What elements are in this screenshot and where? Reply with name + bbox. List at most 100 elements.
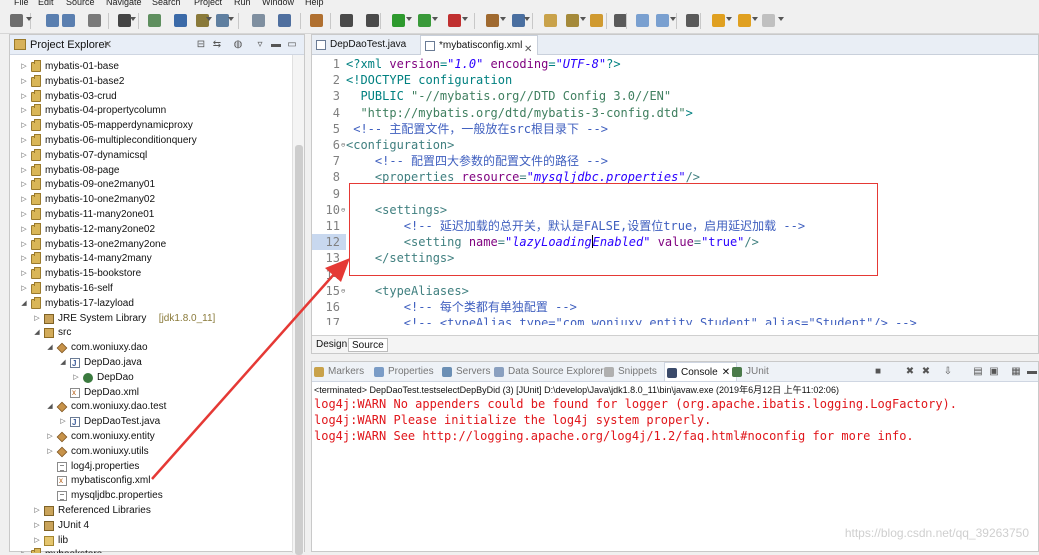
chevron-icon[interactable]: ◢ xyxy=(33,325,41,340)
tree-item[interactable]: ▷ DepDao xyxy=(10,370,293,385)
pin-console-icon[interactable]: ▤ xyxy=(972,366,984,378)
maximize-icon[interactable]: ▭ xyxy=(286,39,298,51)
tab-mybatisconfig[interactable]: *mybatisconfig.xml ✕ xyxy=(420,35,538,55)
tree-item[interactable]: ◢ DepDao.java xyxy=(10,355,293,371)
menu-item-search[interactable]: Search xyxy=(152,0,181,8)
save-icon[interactable] xyxy=(46,14,59,27)
tree-item[interactable]: ▷ mybookstore xyxy=(10,547,293,553)
build-icon[interactable] xyxy=(174,14,187,27)
code-line[interactable]: <!DOCTYPE configuration xyxy=(346,72,512,88)
tree-item[interactable]: ▷ com.woniuxy.entity xyxy=(10,429,293,444)
chevron-icon[interactable]: ▷ xyxy=(20,59,28,74)
chevron-icon[interactable]: ▷ xyxy=(20,237,28,252)
code-line[interactable]: <typeAliases> xyxy=(346,283,469,299)
chevron-icon[interactable]: ▷ xyxy=(20,74,28,89)
chevron-down-icon[interactable] xyxy=(206,17,212,21)
tree-item[interactable]: ▷ mybatis-01-base xyxy=(10,59,293,74)
collapse-all-icon[interactable]: ⊟ xyxy=(195,39,207,51)
tree-item[interactable]: ◢ mybatis-17-lazyload xyxy=(10,296,293,311)
menu-item-edit[interactable]: Edit xyxy=(38,0,54,8)
tree-item[interactable]: log4j.properties xyxy=(10,459,293,474)
chevron-down-icon[interactable] xyxy=(524,17,530,21)
menu-item-source[interactable]: Source xyxy=(66,0,95,8)
chevron-down-icon[interactable] xyxy=(406,17,412,21)
menu-item-project[interactable]: Project xyxy=(194,0,222,8)
tree-item[interactable]: ▷ mybatis-15-bookstore xyxy=(10,266,293,281)
menu-item-window[interactable]: Window xyxy=(262,0,294,8)
menu-item-help[interactable]: Help xyxy=(305,0,324,8)
new-class-icon[interactable] xyxy=(486,14,499,27)
chevron-icon[interactable]: ▷ xyxy=(46,444,54,459)
chevron-down-icon[interactable] xyxy=(752,17,758,21)
chevron-down-icon[interactable] xyxy=(670,17,676,21)
code-line[interactable]: "http://mybatis.org/dtd/mybatis-3-config… xyxy=(346,105,692,121)
tree-item[interactable]: ▷ DepDaoTest.java xyxy=(10,414,293,430)
tree-item[interactable]: ▷ lib xyxy=(10,533,293,548)
bug-icon[interactable] xyxy=(366,14,379,27)
view-menu-icon[interactable]: ▿ xyxy=(254,39,266,51)
link-editor-icon[interactable]: ⇆ xyxy=(211,39,223,51)
tab-servers[interactable]: Servers xyxy=(442,365,490,379)
task-icon[interactable] xyxy=(148,14,161,27)
tree-item[interactable]: ◢ com.woniuxy.dao.test xyxy=(10,399,293,414)
back-icon[interactable] xyxy=(712,14,725,27)
chevron-icon[interactable]: ▷ xyxy=(20,251,28,266)
code-line[interactable]: <!-- 每个类都有单独配置 --> xyxy=(346,299,577,315)
scroll-lock-icon[interactable]: ⇩ xyxy=(942,366,954,378)
chevron-icon[interactable]: ▷ xyxy=(20,177,28,192)
chevron-icon[interactable]: ▷ xyxy=(20,89,28,104)
chevron-icon[interactable]: ▷ xyxy=(72,370,80,385)
tree-item[interactable]: ▷ mybatis-14-many2many xyxy=(10,251,293,266)
chevron-icon[interactable]: ▷ xyxy=(20,266,28,281)
tree-item[interactable]: ◢ src xyxy=(10,325,293,340)
chevron-icon[interactable]: ◢ xyxy=(20,296,28,311)
chevron-icon[interactable]: ▷ xyxy=(59,414,67,429)
tab-console[interactable]: Console ✕ xyxy=(664,362,738,382)
tab-design[interactable]: Design xyxy=(313,338,350,352)
tab-properties[interactable]: Properties xyxy=(374,365,434,379)
chevron-down-icon[interactable] xyxy=(500,17,506,21)
chevron-down-icon[interactable] xyxy=(580,17,586,21)
tree-item[interactable]: ▷ mybatis-07-dynamicsql xyxy=(10,148,293,163)
display-console-icon[interactable]: ▣ xyxy=(988,366,1000,378)
menu-item-file[interactable]: File xyxy=(14,0,29,8)
code-line[interactable]: <configuration> xyxy=(346,137,454,153)
chevron-icon[interactable]: ◢ xyxy=(46,340,54,355)
tree-item[interactable]: ▷ JRE System Library [jdk1.8.0_11] xyxy=(10,311,293,326)
remove-icon[interactable]: ✖ xyxy=(904,366,916,378)
skip-breakpoints-icon[interactable] xyxy=(310,14,323,27)
external-tools-icon[interactable] xyxy=(448,14,461,27)
open-type-icon[interactable] xyxy=(544,14,557,27)
explorer-scrollbar[interactable] xyxy=(292,55,304,555)
open-resource-icon[interactable] xyxy=(566,14,579,27)
chevron-icon[interactable]: ▷ xyxy=(33,311,41,326)
chevron-icon[interactable]: ▷ xyxy=(20,148,28,163)
menu-item-run[interactable]: Run xyxy=(234,0,251,8)
tree-item[interactable]: ▷ mybatis-10-one2many02 xyxy=(10,192,293,207)
tree-item[interactable]: ▷ com.woniuxy.utils xyxy=(10,444,293,459)
run-icon[interactable] xyxy=(392,14,405,27)
chevron-icon[interactable]: ▷ xyxy=(33,533,41,548)
minimize-icon[interactable]: ▬ xyxy=(270,39,282,51)
next-annotation-icon[interactable] xyxy=(636,14,649,27)
tree-item[interactable]: ▷ mybatis-06-multipleconditionquery xyxy=(10,133,293,148)
tree-item[interactable]: ▷ mybatis-11-many2one01 xyxy=(10,207,293,222)
code-line[interactable]: <?xml version="1.0" encoding="UTF-8"?> xyxy=(346,56,621,72)
chevron-icon[interactable]: ▷ xyxy=(33,503,41,518)
chevron-down-icon[interactable] xyxy=(228,17,234,21)
chevron-icon[interactable]: ▷ xyxy=(20,163,28,178)
tab-snippets[interactable]: Snippets xyxy=(604,365,657,379)
tab-data-source-explorer[interactable]: Data Source Explorer xyxy=(494,365,604,379)
close-icon[interactable]: ✕ xyxy=(103,38,112,51)
focus-icon[interactable]: ◍ xyxy=(232,39,244,51)
debug-filter-icon[interactable] xyxy=(252,14,265,27)
chevron-down-icon[interactable] xyxy=(130,17,136,21)
tree-item[interactable]: ▷ mybatis-04-propertycolumn xyxy=(10,103,293,118)
chevron-icon[interactable]: ▷ xyxy=(20,281,28,296)
tree-item[interactable]: ▷ mybatis-16-self xyxy=(10,281,293,296)
remove-all-icon[interactable]: ✖ xyxy=(920,366,932,378)
tab-markers[interactable]: Markers xyxy=(314,365,364,379)
menu-item-navigate[interactable]: Navigate xyxy=(106,0,142,8)
chevron-icon[interactable]: ◢ xyxy=(59,355,67,370)
chevron-icon[interactable]: ▷ xyxy=(20,118,28,133)
